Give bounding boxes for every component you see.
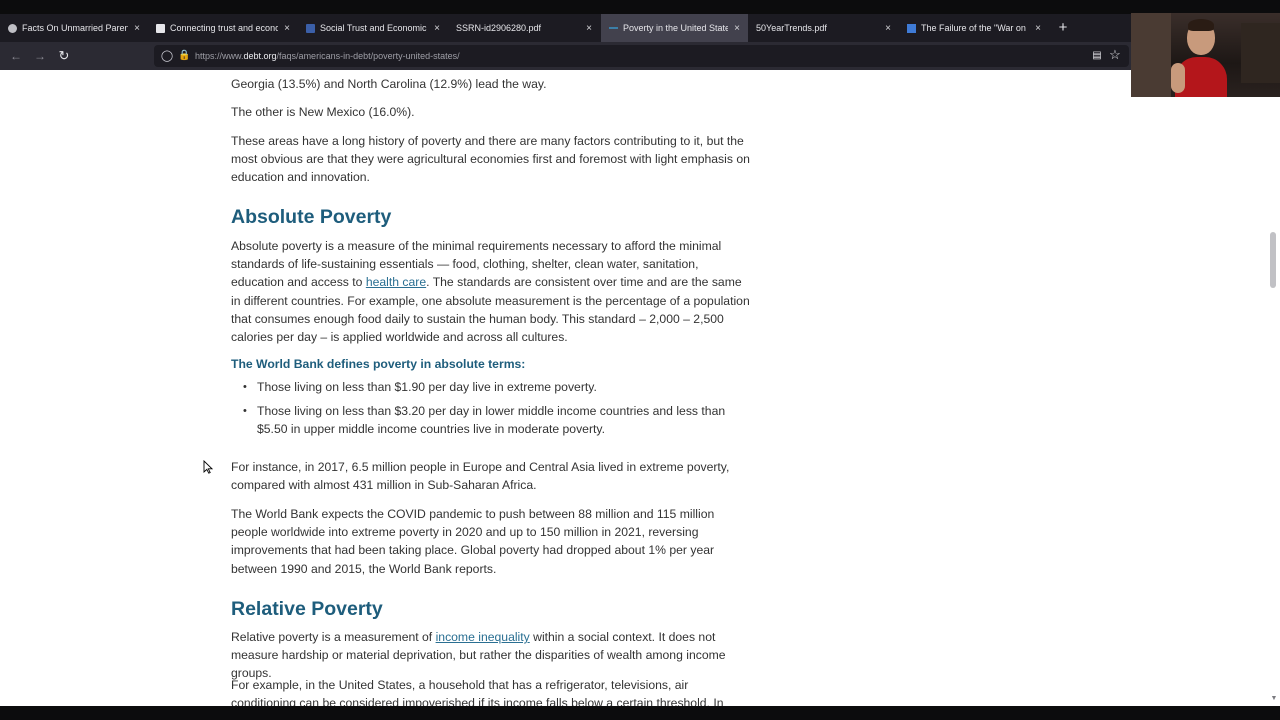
scroll-down-arrow-icon[interactable]: ▼ xyxy=(1269,694,1279,704)
tab-title: Facts On Unmarried Parents in the xyxy=(22,23,128,33)
health-care-link[interactable]: health care xyxy=(366,275,426,289)
tab-ssrn-pdf[interactable]: SSRN-id2906280.pdf × xyxy=(448,14,600,42)
d-favicon-icon xyxy=(156,23,165,33)
close-tab-icon[interactable]: × xyxy=(432,23,442,34)
absolute-poverty-heading: Absolute Poverty xyxy=(231,206,392,228)
url-prefix: https://www. xyxy=(195,51,244,61)
journal-favicon-icon xyxy=(306,23,315,33)
list-item: • Those living on less than $3.20 per da… xyxy=(243,402,727,438)
covid-paragraph: The World Bank expects the COVID pandemi… xyxy=(231,507,715,576)
forward-arrow-icon[interactable]: → xyxy=(32,48,48,64)
address-bar[interactable]: ◯ 🔒 https://www.debt.org/faqs/americans-… xyxy=(154,45,1129,67)
page-viewport: Georgia (13.5%) and North Carolina (12.9… xyxy=(0,70,1280,706)
webcam-overlay xyxy=(1131,13,1280,97)
close-tab-icon[interactable]: × xyxy=(584,23,594,34)
page-favicon-icon xyxy=(907,23,916,33)
url-text[interactable]: https://www.debt.org/faqs/americans-in-d… xyxy=(195,45,460,67)
tab-50-year-trends[interactable]: 50YearTrends.pdf × xyxy=(748,14,899,42)
tab-war-on-poverty[interactable]: The Failure of the "War on Poverty" × xyxy=(899,14,1049,42)
tab-unmarried-parents[interactable]: Facts On Unmarried Parents in the × xyxy=(0,14,148,42)
webcam-person xyxy=(1171,63,1185,93)
close-tab-icon[interactable]: × xyxy=(732,23,742,34)
bullet-icon: • xyxy=(243,405,247,417)
tab-title: Poverty in the United States xyxy=(623,23,728,33)
webcam-person xyxy=(1188,19,1214,31)
close-tab-icon[interactable]: × xyxy=(1033,23,1043,34)
mouse-pointer-icon xyxy=(203,460,213,474)
list-item-text: Those living on less than $1.90 per day … xyxy=(257,380,597,394)
url-domain: debt.org xyxy=(243,51,277,61)
list-item-text: Those living on less than $3.20 per day … xyxy=(257,404,726,437)
relative-poverty-paragraph: Relative poverty is a measurement of inc… xyxy=(231,628,751,683)
example-paragraph: For example, in the United States, a hou… xyxy=(231,678,724,706)
scrollbar-thumb[interactable] xyxy=(1270,232,1276,288)
tab-poverty-in-us[interactable]: Poverty in the United States × xyxy=(601,14,748,42)
tab-social-trust[interactable]: Social Trust and Economic Growth × xyxy=(298,14,448,42)
back-arrow-icon[interactable]: ← xyxy=(8,48,24,64)
navigation-bar: ← → ↻ ◯ 🔒 https://www.debt.org/faqs/amer… xyxy=(0,42,1280,70)
reload-icon[interactable]: ↻ xyxy=(56,48,72,64)
tab-connecting-trust[interactable]: Connecting trust and economic × xyxy=(148,14,298,42)
close-tab-icon[interactable]: × xyxy=(132,23,142,34)
paragraph-text: Relative poverty is a measurement of xyxy=(231,630,436,644)
bullet-icon: • xyxy=(243,381,247,393)
close-tab-icon[interactable]: × xyxy=(282,23,292,34)
tracking-shield-icon[interactable]: ◯ xyxy=(160,49,174,63)
relative-poverty-heading: Relative Poverty xyxy=(231,598,383,620)
new-tab-button[interactable]: + xyxy=(1054,14,1072,42)
lock-icon[interactable]: 🔒 xyxy=(178,49,190,63)
tab-title: The Failure of the "War on Poverty" xyxy=(921,23,1029,33)
debt-org-favicon-icon xyxy=(609,27,618,29)
world-bank-subheading: The World Bank defines poverty in absolu… xyxy=(231,357,526,371)
url-path: /faqs/americans-in-debt/poverty-united-s… xyxy=(276,51,460,61)
tab-title: Social Trust and Economic Growth xyxy=(320,23,428,33)
tab-title: 50YearTrends.pdf xyxy=(756,23,827,33)
history-paragraph: These areas have a long history of pover… xyxy=(231,134,750,185)
bookmark-star-icon[interactable]: ☆ xyxy=(1107,47,1123,63)
close-tab-icon[interactable]: × xyxy=(883,23,893,34)
income-inequality-link[interactable]: income inequality xyxy=(436,630,530,644)
tab-title: SSRN-id2906280.pdf xyxy=(456,23,542,33)
webcam-background xyxy=(1241,23,1280,83)
top-letterbox xyxy=(0,0,1280,14)
globe-favicon-icon xyxy=(8,23,17,33)
list-item: • Those living on less than $1.90 per da… xyxy=(243,378,727,396)
reader-view-icon[interactable]: ▤ xyxy=(1090,48,1104,64)
absolute-poverty-paragraph: Absolute poverty is a measure of the min… xyxy=(231,237,751,346)
intro-line: Georgia (13.5%) and North Carolina (12.9… xyxy=(231,77,547,91)
other-state-line: The other is New Mexico (16.0%). xyxy=(231,105,415,119)
webcam-background xyxy=(1131,13,1171,97)
bottom-letterbox xyxy=(0,706,1280,720)
instance-paragraph: For instance, in 2017, 6.5 million peopl… xyxy=(231,460,730,493)
tab-title: Connecting trust and economic xyxy=(170,23,278,33)
tab-bar: Facts On Unmarried Parents in the × Conn… xyxy=(0,14,1280,42)
page-scrollbar[interactable]: ▼ xyxy=(1268,70,1280,706)
